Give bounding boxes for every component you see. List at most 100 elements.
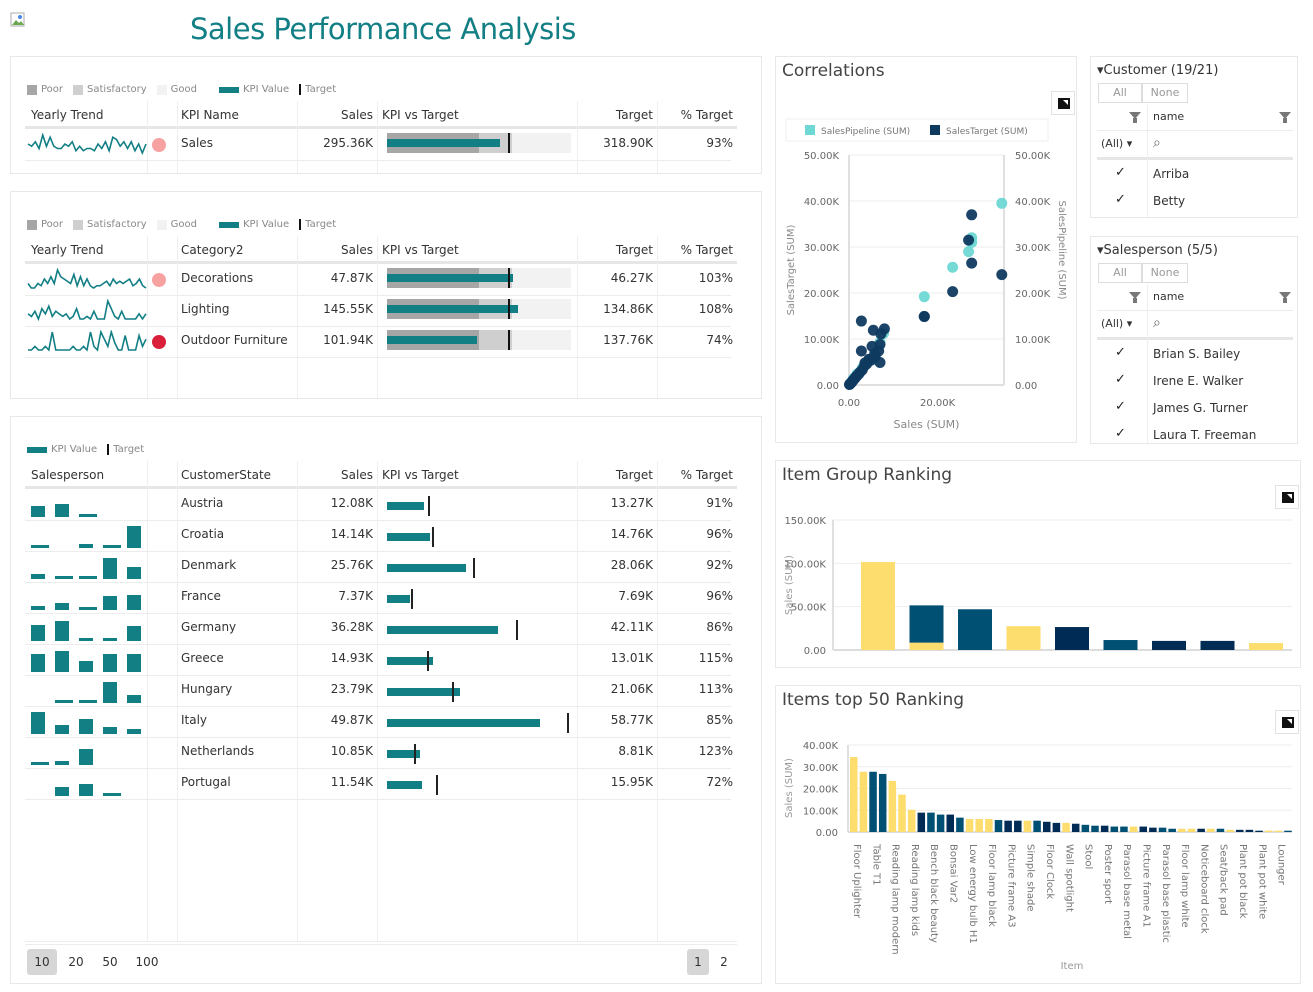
column-filter-icon[interactable] [1279,112,1291,123]
column-header-name[interactable]: KPI Name [181,108,239,122]
column-header-kpi-vs-target[interactable]: KPI vs Target [382,108,459,122]
salesperson-mini-bar [103,654,117,672]
pipeline-point [918,291,930,303]
column-header-trend[interactable]: Yearly Trend [31,108,104,122]
slicer-item-label[interactable]: James G. Turner [1153,401,1248,415]
target-marker [451,682,454,702]
item-bar [1071,823,1080,832]
bar-segment [1152,640,1186,650]
column-header-target[interactable]: Target [593,243,653,257]
page-size-100[interactable]: 100 [129,949,165,975]
item-bar [1236,829,1244,832]
column-header-pct-target[interactable]: % Target [673,468,733,482]
column-divider [297,236,298,398]
item-bar [917,812,926,832]
x-tick-label: Noticeboard clock [1198,844,1209,934]
target-cell: 42.11K [610,620,653,634]
column-header-kpi-vs-target[interactable]: KPI vs Target [382,243,459,257]
category-name-cell: Decorations [181,271,254,285]
slicer-item-label[interactable]: Laura T. Freeman [1153,428,1256,442]
column-header-sales[interactable]: Sales [313,468,373,482]
slicer-item-label[interactable]: Betty [1153,194,1185,208]
checkbox-checked[interactable]: ✓ [1115,399,1126,414]
filter-icon[interactable] [1129,112,1141,123]
salesperson-mini-bar [127,654,141,672]
slicer-title[interactable]: ▾Customer (19/21) [1097,63,1218,78]
kpi-value-bar [387,626,499,634]
page-2[interactable]: 2 [713,949,735,975]
page-1[interactable]: 1 [687,949,709,975]
salesperson-mini-bar [55,700,73,703]
customer-state-cell: Denmark [181,558,237,572]
pct-target-cell: 108% [698,302,733,316]
search-icon[interactable]: ⌕ [1153,135,1161,151]
item-bar [1081,824,1090,832]
column-header-sales[interactable]: Sales [313,243,373,257]
x-tick-label: Floor Clock [1044,844,1055,899]
slicer-item-label[interactable]: Brian S. Bailey [1153,347,1240,361]
checkbox-checked[interactable]: ✓ [1115,165,1126,180]
item-bar [965,818,974,832]
x-tick-label: Picture frame A3 [1005,844,1016,928]
item-bar [1120,826,1128,832]
x-tick-label: Floor Uplighter [851,844,862,919]
legend-good-label: Good [170,219,197,230]
slicer-item-label[interactable]: Irene E. Walker [1153,374,1243,388]
column-header-pct-target[interactable]: % Target [673,108,733,122]
select-all-button[interactable]: All [1098,83,1142,103]
page-size-20[interactable]: 20 [61,949,91,975]
page-title: Sales Performance Analysis [190,12,576,46]
select-all-button[interactable]: All [1098,263,1142,283]
x-axis-title: Item [1061,961,1084,972]
y-tick-label: 0.00 [804,646,826,657]
column-header-name[interactable]: CustomerState [181,468,271,482]
sales-cell: 36.28K [330,620,373,634]
column-divider [177,461,178,942]
status-indicator-red [152,335,166,349]
x-tick-label: Floor lamp black [986,844,997,927]
filter-dropdown[interactable]: (All) ▾ [1101,137,1132,150]
select-none-button[interactable]: None [1142,263,1188,283]
customer-state-cell: Netherlands [181,744,255,758]
column-header-target[interactable]: Target [593,468,653,482]
customer-state-cell: Hungary [181,682,233,696]
legend-satisfactory-swatch [73,219,84,230]
slicer-title[interactable]: ▾Salesperson (5/5) [1097,243,1218,258]
checkbox-checked[interactable]: ✓ [1115,192,1126,207]
target-cell: 58.77K [610,713,653,727]
column-header-name[interactable]: Category2 [181,243,243,257]
item-bar [1110,826,1119,832]
customer-state-cell: Germany [181,620,237,634]
search-icon[interactable]: ⌕ [1153,315,1161,331]
legend-poor-swatch [27,84,37,95]
pct-target-cell: 74% [706,333,733,347]
pct-target-cell: 91% [706,496,733,510]
checkbox-checked[interactable]: ✓ [1115,426,1126,441]
broken-image-icon [10,12,26,28]
target-marker [435,775,438,795]
sales-cell: 7.37K [338,589,373,603]
column-header-target[interactable]: Target [593,108,653,122]
page-size-10[interactable]: 10 [27,949,57,975]
slicer-item-label[interactable]: Arriba [1153,167,1189,181]
category-panel: Poor Satisfactory Good KPI Value Target Yearl… [10,191,762,399]
column-header-sales[interactable]: Sales [313,108,373,122]
pct-target-cell: 85% [706,713,733,727]
page-size-50[interactable]: 50 [95,949,125,975]
column-header-pct-target[interactable]: % Target [673,243,733,257]
filter-icon[interactable] [1129,292,1141,303]
column-header-trend[interactable]: Yearly Trend [31,243,104,257]
filter-dropdown[interactable]: (All) ▾ [1101,317,1132,330]
bar-segment [861,562,895,650]
checkbox-checked[interactable]: ✓ [1115,372,1126,387]
items-top50-panel: Items top 50 Ranking 0.00 10.00K 20.00K 30.… [775,685,1301,984]
customer-state-cell: Greece [181,651,224,665]
checkbox-checked[interactable]: ✓ [1115,345,1126,360]
select-none-button[interactable]: None [1142,83,1188,103]
column-header-kpi-vs-target[interactable]: KPI vs Target [382,468,459,482]
column-header-salesperson[interactable]: Salesperson [31,468,104,482]
salesperson-mini-bar [103,682,117,703]
target-cell: 13.27K [610,496,653,510]
column-filter-icon[interactable] [1279,292,1291,303]
pct-target-cell: 72% [706,775,733,789]
